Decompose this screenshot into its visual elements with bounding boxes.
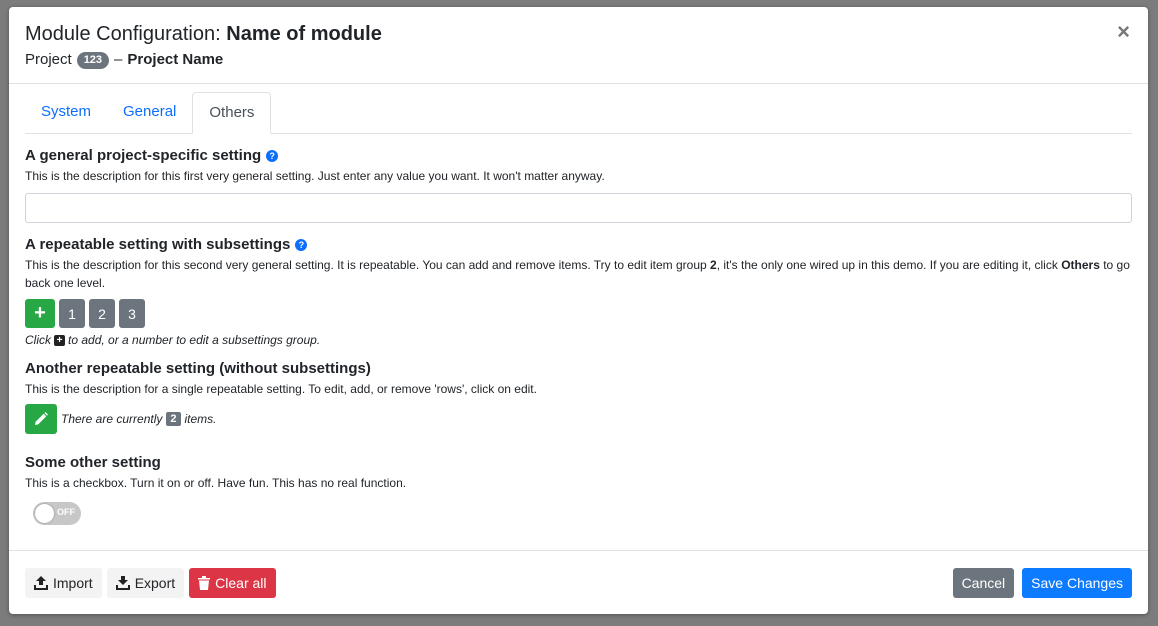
project-line: Project 123 – Project Name xyxy=(25,50,1132,70)
desc-bold-others: Others xyxy=(1061,258,1100,272)
project-separator: – xyxy=(114,51,123,68)
setting-repeatable: A repeatable setting with subsettings ? … xyxy=(25,236,1132,347)
desc-bold-group: 2 xyxy=(710,258,717,272)
modal-header: Module Configuration: Name of module Pro… xyxy=(9,7,1148,84)
setting-title: Some other setting xyxy=(25,454,161,471)
close-icon[interactable]: × xyxy=(1117,21,1130,43)
setting-title: A repeatable setting with subsettings ? xyxy=(25,236,1132,254)
group-1-button[interactable]: 1 xyxy=(59,299,85,328)
setting-description: This is the description for this second … xyxy=(25,256,1132,292)
footer-left-actions: Import Export Clear all xyxy=(25,567,276,598)
toggle-label: OFF xyxy=(57,507,75,517)
desc-text: , it's the only one wired up in this dem… xyxy=(716,258,1062,272)
tab-general[interactable]: General xyxy=(107,92,192,133)
group-3-button[interactable]: 3 xyxy=(119,299,145,328)
tab-bar: System General Others xyxy=(25,92,1132,134)
plus-square-icon: + xyxy=(54,334,65,346)
export-label: Export xyxy=(134,574,176,591)
general-setting-input[interactable] xyxy=(25,193,1132,223)
upload-icon xyxy=(34,575,48,590)
clear-all-button[interactable]: Clear all xyxy=(189,567,276,598)
save-changes-button[interactable]: Save Changes xyxy=(1022,567,1132,598)
export-button[interactable]: Export xyxy=(106,567,185,598)
edit-row: There are currently 2 items. xyxy=(25,404,1132,434)
hint-prefix: Click xyxy=(25,333,51,347)
import-label: Import xyxy=(53,574,93,591)
cancel-button[interactable]: Cancel xyxy=(952,567,1015,598)
hint-suffix: to add, or a number to edit a subsetting… xyxy=(68,333,321,347)
modal-footer: Import Export Clear all Cancel Save Chan… xyxy=(9,550,1148,614)
subsetting-group-buttons: + 1 2 3 xyxy=(25,299,1132,328)
download-icon xyxy=(115,575,130,590)
desc-text: This is the description for this second … xyxy=(25,258,711,272)
clear-all-label: Clear all xyxy=(215,574,267,591)
edit-button[interactable] xyxy=(25,404,57,434)
project-label: Project xyxy=(25,51,72,68)
modal-body: System General Others A general project-… xyxy=(9,84,1148,525)
setting-title-text: A general project-specific setting xyxy=(25,147,262,164)
setting-description: This is the description for a single rep… xyxy=(25,382,537,396)
project-name: Project Name xyxy=(127,51,224,68)
add-hint: Click + to add, or a number to edit a su… xyxy=(25,333,1132,347)
toggle-knob xyxy=(35,504,54,523)
setting-description: This is a checkbox. Turn it on or off. H… xyxy=(25,476,407,490)
setting-title: A general project-specific setting ? xyxy=(25,147,1132,165)
title-prefix: Module Configuration: xyxy=(25,23,221,45)
import-button[interactable]: Import xyxy=(25,567,102,598)
other-setting-toggle[interactable]: OFF xyxy=(33,502,81,525)
tab-system[interactable]: System xyxy=(25,92,107,133)
item-count-badge: 2 xyxy=(166,412,181,426)
question-circle-icon[interactable]: ? xyxy=(295,239,308,251)
pencil-icon xyxy=(35,412,48,425)
setting-another: Another repeatable setting (without subs… xyxy=(25,360,1132,434)
count-suffix: items. xyxy=(184,412,217,426)
project-id-badge: 123 xyxy=(76,51,110,69)
count-prefix: There are currently xyxy=(61,412,163,426)
add-group-button[interactable]: + xyxy=(25,299,55,328)
setting-general: A general project-specific setting ? Thi… xyxy=(25,147,1132,223)
setting-other: Some other setting This is a checkbox. T… xyxy=(25,454,1132,525)
question-circle-icon[interactable]: ? xyxy=(266,150,279,162)
tab-others[interactable]: Others xyxy=(192,92,272,134)
trash-icon xyxy=(198,575,211,590)
item-count-text: There are currently 2 items. xyxy=(61,412,217,426)
module-config-modal: Module Configuration: Name of module Pro… xyxy=(9,7,1148,614)
modal-title: Module Configuration: Name of module xyxy=(25,22,1132,46)
setting-title-text: A repeatable setting with subsettings xyxy=(25,236,291,253)
module-name: Name of module xyxy=(226,23,382,45)
setting-title: Another repeatable setting (without subs… xyxy=(25,360,371,377)
setting-description: This is the description for this first v… xyxy=(25,169,605,183)
group-2-button[interactable]: 2 xyxy=(89,299,115,328)
footer-right-actions: Cancel Save Changes xyxy=(952,567,1132,598)
